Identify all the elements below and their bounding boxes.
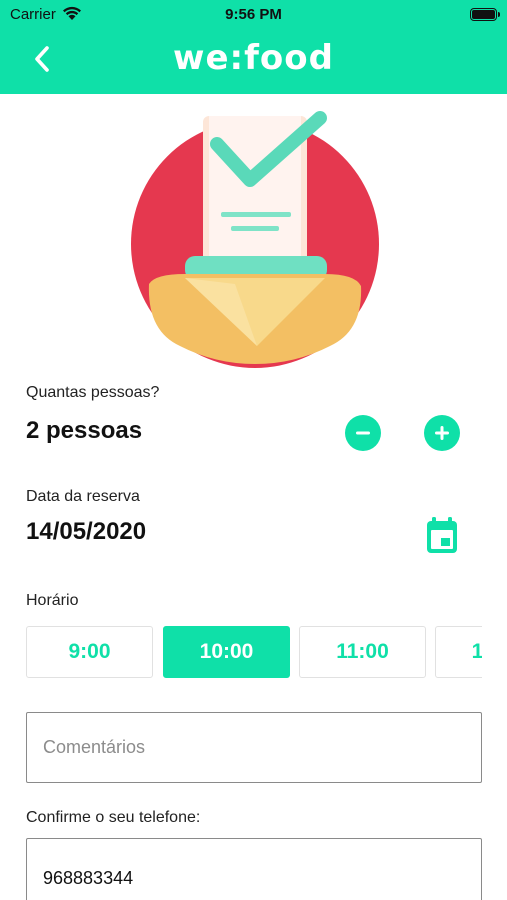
status-bar: Carrier 9:56 PM: [0, 0, 507, 28]
phone-input[interactable]: [27, 839, 481, 900]
app-logo: we:food: [173, 38, 334, 78]
time-slot[interactable]: 9:00: [26, 626, 153, 678]
date-value: 14/05/2020: [26, 518, 147, 545]
people-label: Quantas pessoas?: [26, 384, 160, 401]
comments-input[interactable]: [27, 713, 481, 782]
time-slot-list: 9:00 10:00 11:00 12:00: [26, 626, 482, 679]
status-time: 9:56 PM: [225, 6, 282, 23]
time-slot-selected[interactable]: 10:00: [163, 626, 290, 678]
comments-field[interactable]: [26, 712, 482, 783]
phone-label: Confirme o seu telefone:: [26, 809, 201, 826]
date-label: Data da reserva: [26, 488, 140, 505]
time-label: Horário: [26, 592, 79, 609]
phone-field[interactable]: [26, 838, 482, 900]
increase-people-button[interactable]: [424, 415, 460, 451]
reservation-illustration: [131, 111, 379, 368]
minus-icon: [356, 431, 370, 435]
calendar-icon[interactable]: [425, 516, 459, 554]
time-slot[interactable]: 11:00: [299, 626, 426, 678]
people-value: 2 pessoas: [26, 417, 143, 444]
plus-icon: [435, 426, 449, 440]
battery-icon: [470, 8, 500, 21]
decrease-people-button[interactable]: [345, 415, 381, 451]
time-slot[interactable]: 12:00: [435, 626, 482, 678]
app-header: Carrier 9:56 PM we:food: [0, 0, 507, 94]
